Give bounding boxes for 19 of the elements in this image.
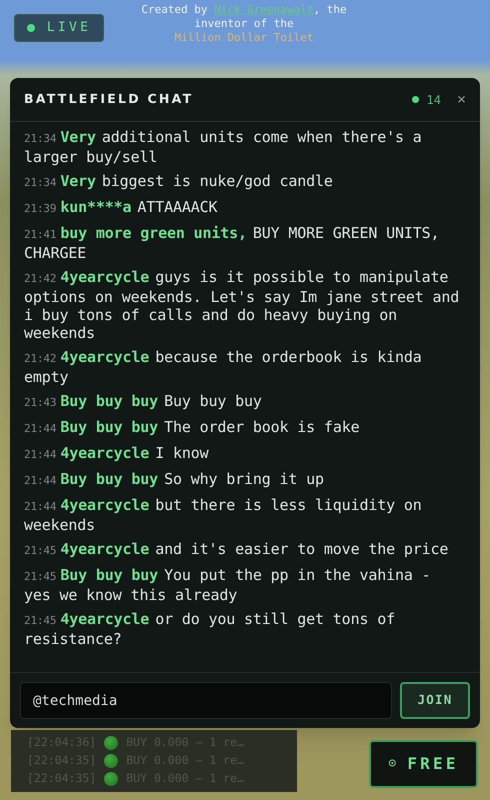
- chat-message: 21:43 Buy buy buy Buy buy buy: [24, 392, 263, 412]
- chat-message: 21:42 4yearcycle because the orderbook is kinda empty: [24, 348, 423, 386]
- close-button[interactable]: ×: [456, 92, 466, 107]
- handle-input-field[interactable]: @techmedia: [20, 682, 392, 719]
- chat-message: 21:45 4yearcycle and it's easier to move the price: [24, 540, 450, 560]
- free-button[interactable]: ⊙ FREE: [369, 740, 478, 788]
- online-count: 14: [426, 92, 441, 108]
- join-button[interactable]: JOIN: [400, 682, 470, 719]
- chat-title: BATTLEFIELD CHAT: [24, 90, 194, 108]
- chat-message: 21:34 Very biggest is nuke/god candle: [24, 172, 334, 192]
- chat-message: 21:44 Buy buy buy So why bring it up: [24, 470, 325, 490]
- chat-message: 21:39 kun****a ATTAAAACK: [24, 198, 218, 218]
- live-label: LIVE: [46, 19, 92, 38]
- chat-message: 21:42 4yearcycle guys is it possible to manipulate options on weekends. Let's say Im jane street and i buy tons of calls and do heavy buying on weekends: [24, 268, 460, 342]
- target-icon: ⊙: [388, 754, 400, 774]
- credit-text: Created by Nick Greenawalt, the inventor of the Million Dollar Toilet: [140, 3, 348, 45]
- chat-message: 21:44 Buy buy buy The order book is fake: [24, 418, 360, 438]
- chat-message: 21:45 4yearcycle or do you still get tons of resistance?: [24, 610, 396, 648]
- chat-message: 21:44 4yearcycle I know: [24, 444, 210, 464]
